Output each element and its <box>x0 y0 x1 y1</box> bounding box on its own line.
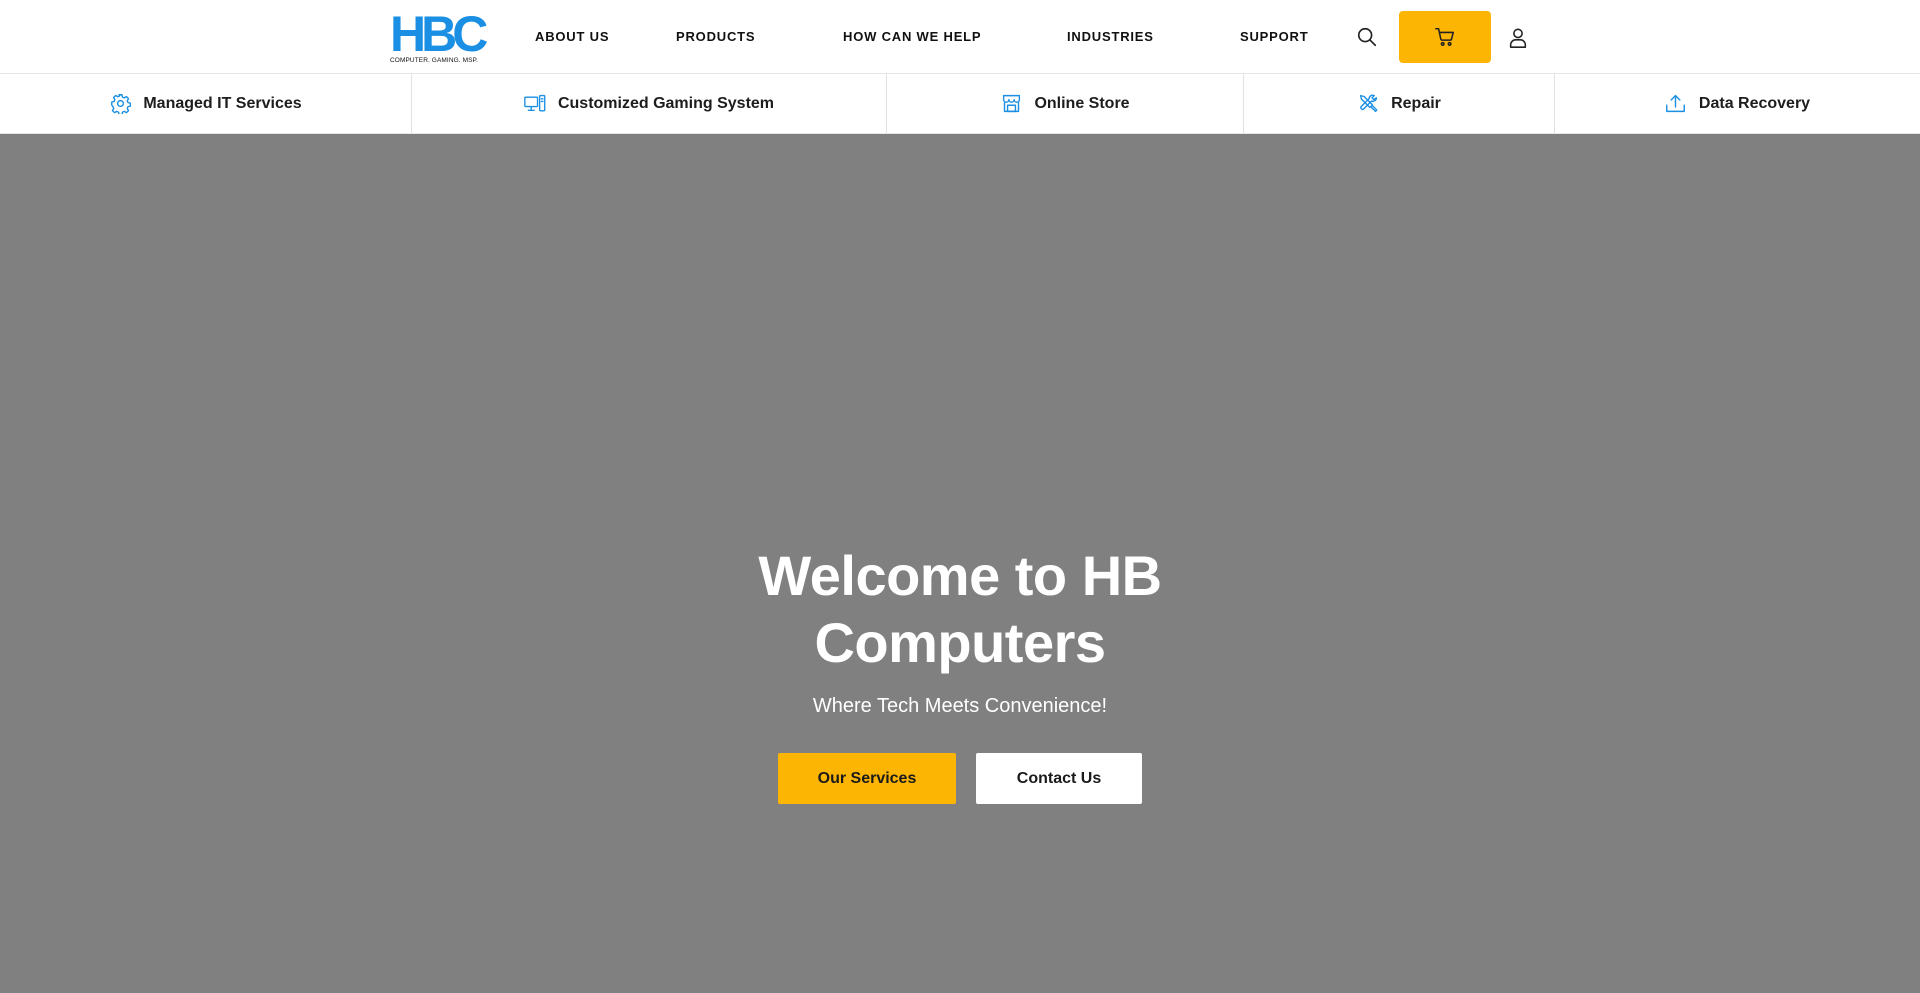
account-button[interactable] <box>1505 24 1531 52</box>
upload-icon <box>1665 93 1687 115</box>
hero-title-line-1: Welcome to HB <box>758 544 1162 607</box>
nav-how-can-we-help[interactable]: HOW CAN WE HELP <box>843 30 981 44</box>
user-icon <box>1509 28 1527 48</box>
nav-about-us[interactable]: ABOUT US <box>535 30 609 44</box>
category-repair[interactable]: Repair <box>1244 74 1555 133</box>
tools-icon <box>1357 93 1379 115</box>
desktop-computer-icon <box>524 93 546 115</box>
category-label: Data Recovery <box>1698 94 1811 112</box>
nav-industries[interactable]: INDUSTRIES <box>1067 30 1154 44</box>
search-button[interactable] <box>1354 24 1380 50</box>
category-data-recovery[interactable]: Data Recovery <box>1555 74 1920 133</box>
cart-icon <box>1435 27 1455 46</box>
storefront-icon <box>1000 93 1022 115</box>
our-services-button[interactable]: Our Services <box>778 753 956 804</box>
site-header: HBC COMPUTER. GAMING. MSP. ABOUT US PROD… <box>0 0 1920 74</box>
search-icon <box>1357 27 1377 47</box>
cart-button[interactable] <box>1399 11 1491 63</box>
category-label: Online Store <box>1034 94 1130 112</box>
site-logo[interactable]: HBC COMPUTER. GAMING. MSP. <box>390 6 490 64</box>
hero-title: Welcome to HB Computers <box>0 542 1920 676</box>
category-managed-it-services[interactable]: Managed IT Services <box>0 74 412 133</box>
contact-us-button[interactable]: Contact Us <box>976 753 1142 804</box>
category-label: Customized Gaming System <box>557 94 775 112</box>
hero-subtitle: Where Tech Meets Convenience! <box>812 695 1108 717</box>
logo-mark: HBC <box>390 6 488 62</box>
logo-tagline: COMPUTER. GAMING. MSP. <box>390 57 479 64</box>
nav-products[interactable]: PRODUCTS <box>676 30 755 44</box>
category-customized-gaming-system[interactable]: Customized Gaming System <box>412 74 887 133</box>
hero-section: Welcome to HB Computers Where Tech Meets… <box>0 134 1920 993</box>
category-label: Managed IT Services <box>143 94 302 112</box>
nav-support[interactable]: SUPPORT <box>1240 30 1308 44</box>
hero-title-line-2: Computers <box>814 611 1106 674</box>
category-online-store[interactable]: Online Store <box>887 74 1244 133</box>
gear-icon <box>109 93 131 115</box>
category-label: Repair <box>1391 94 1441 112</box>
category-bar: Managed IT Services Customized Gaming Sy… <box>0 74 1920 134</box>
